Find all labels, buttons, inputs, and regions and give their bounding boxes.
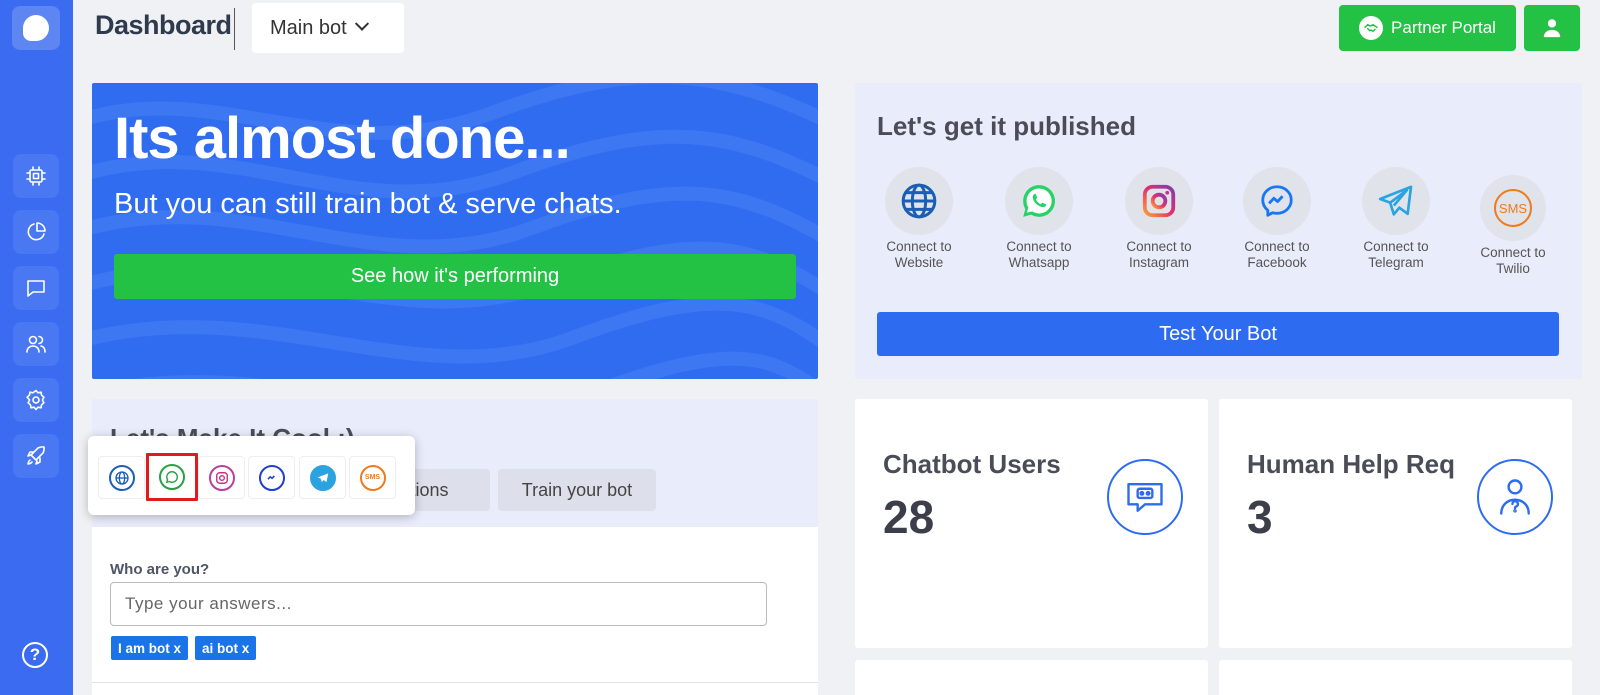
sidebar-item-settings[interactable]: [13, 378, 59, 422]
sidebar-item-analytics[interactable]: [13, 210, 59, 254]
chatbot-users-card: Chatbot Users 28: [855, 399, 1208, 648]
connect-whatsapp-label: Connect to Whatsapp: [1006, 239, 1072, 270]
popup-twilio-option[interactable]: SMS: [349, 456, 396, 499]
user-icon: [1543, 19, 1561, 38]
tab-train-bot[interactable]: Train your bot: [498, 469, 656, 511]
help-button[interactable]: ?: [22, 642, 48, 668]
see-performance-button[interactable]: See how it's performing: [114, 254, 796, 299]
connect-facebook-label: Connect to Facebook: [1244, 239, 1310, 270]
connect-twilio[interactable]: SMS Connect to Twilio: [1463, 175, 1563, 277]
sidebar-item-users[interactable]: [13, 322, 59, 366]
bot-selector-label: Main bot: [270, 16, 347, 39]
bot-selector-dropdown[interactable]: Main bot: [252, 3, 404, 53]
telegram-icon: [309, 464, 336, 491]
bot-chat-icon: [1107, 459, 1183, 535]
connect-whatsapp[interactable]: Connect to Whatsapp: [989, 167, 1089, 271]
messenger-icon: [1243, 167, 1311, 235]
chat-icon: [27, 280, 45, 297]
human-help-label: Human Help Req: [1247, 449, 1456, 479]
answer-chip[interactable]: I am bot x: [111, 636, 189, 660]
handshake-icon: [1359, 16, 1384, 40]
gear-icon: [26, 389, 45, 411]
sidebar: ?: [0, 0, 73, 695]
popup-website-option[interactable]: [98, 456, 145, 499]
telegram-icon: [1362, 167, 1430, 235]
sidebar-item-chats[interactable]: [13, 266, 59, 310]
whatsapp-icon: [159, 464, 185, 490]
test-bot-button[interactable]: Test Your Bot: [877, 312, 1559, 356]
app-logo[interactable]: [12, 6, 60, 50]
globe-icon: [885, 167, 953, 235]
connect-telegram[interactable]: Connect to Telegram: [1346, 167, 1446, 271]
title-divider: [234, 8, 235, 50]
human-help-card: Human Help Req 3: [1219, 399, 1572, 648]
sidebar-item-bot-builder[interactable]: [13, 154, 59, 198]
stat-card-partial: [1219, 660, 1572, 695]
whatsapp-icon: [1005, 167, 1073, 235]
connect-twilio-label: Connect to Twilio: [1480, 245, 1546, 276]
answer-input[interactable]: [110, 582, 767, 626]
chatbot-users-value: 28: [883, 491, 935, 543]
hero-subtitle: But you can still train bot & serve chat…: [114, 188, 622, 220]
sms-icon: SMS: [359, 464, 386, 491]
channel-picker-popup: SMS: [88, 436, 415, 515]
popup-whatsapp-option[interactable]: [146, 453, 198, 501]
connect-instagram-label: Connect to Instagram: [1126, 239, 1192, 270]
connect-website[interactable]: Connect to Website: [869, 167, 969, 271]
chip-icon: [26, 166, 46, 186]
publish-card: Let's get it published Connect to Websit…: [855, 83, 1582, 379]
question-label: Who are you?: [110, 561, 210, 578]
help-user-icon: [1477, 459, 1553, 535]
publish-title: Let's get it published: [877, 111, 1136, 141]
human-help-value: 3: [1247, 491, 1273, 543]
divider: [92, 682, 818, 683]
connect-instagram[interactable]: Connect to Instagram: [1109, 167, 1209, 271]
answer-chip[interactable]: ai bot x: [195, 636, 257, 660]
pie-chart-icon: [27, 222, 46, 241]
instagram-icon: [1125, 167, 1193, 235]
popup-instagram-option[interactable]: [198, 456, 245, 499]
globe-icon: [108, 464, 135, 491]
connect-telegram-label: Connect to Telegram: [1363, 239, 1429, 270]
page-title: Dashboard: [95, 10, 232, 40]
partner-portal-label: Partner Portal: [1391, 18, 1496, 37]
sms-badge: SMS: [1494, 189, 1532, 227]
user-profile-button[interactable]: [1524, 5, 1580, 51]
chatbot-users-label: Chatbot Users: [883, 449, 1061, 479]
help-label: ?: [29, 645, 41, 664]
hero-title: Its almost done...: [114, 106, 571, 171]
sms-icon: SMS: [1480, 175, 1546, 241]
popup-telegram-option[interactable]: [299, 456, 346, 499]
popup-facebook-option[interactable]: [248, 456, 295, 499]
sidebar-item-launch[interactable]: [13, 434, 59, 478]
rocket-icon: [27, 446, 45, 465]
instagram-icon: [208, 464, 235, 491]
users-icon: [26, 335, 46, 353]
connect-facebook[interactable]: Connect to Facebook: [1227, 167, 1327, 271]
stat-card-partial: [855, 660, 1208, 695]
hero-banner: Its almost done... But you can still tra…: [92, 83, 818, 379]
connect-website-label: Connect to Website: [886, 239, 952, 270]
partner-portal-button[interactable]: Partner Portal: [1339, 5, 1516, 51]
messenger-icon: [258, 464, 285, 491]
chat-bubble-logo-icon: [23, 15, 49, 41]
chevron-down-icon: [354, 16, 369, 31]
